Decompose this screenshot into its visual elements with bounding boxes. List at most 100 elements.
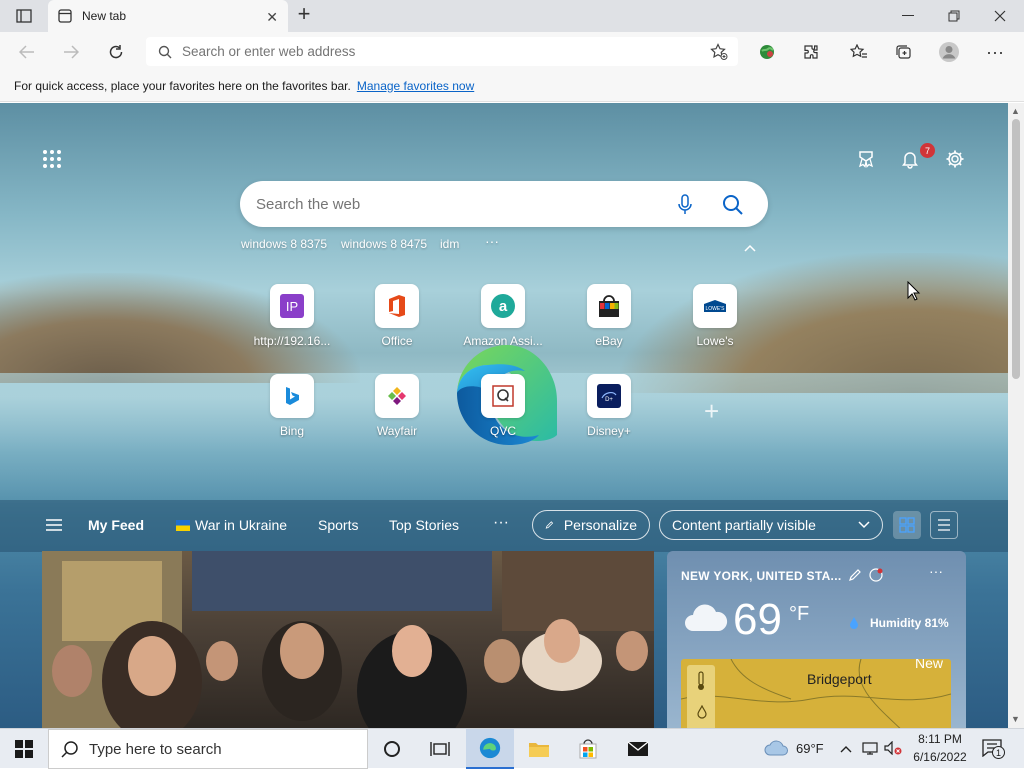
tab-war-in-ukraine[interactable]: War in Ukraine	[195, 517, 287, 533]
tab-new-tab[interactable]: New tab ✕	[48, 0, 288, 32]
taskbar-mail-button[interactable]	[614, 729, 662, 769]
close-tab-icon[interactable]: ✕	[266, 9, 278, 26]
grid-view-button[interactable]	[893, 511, 921, 539]
tab-sports[interactable]: Sports	[318, 517, 358, 533]
app-launcher-icon[interactable]	[43, 150, 61, 168]
quicklink-lowes[interactable]: LOWE'S Lowe's	[670, 284, 760, 348]
tab-top-stories[interactable]: Top Stories	[389, 517, 459, 533]
settings-more-button[interactable]: ···	[984, 41, 1006, 63]
show-hidden-icons-icon[interactable]	[840, 741, 852, 756]
add-favorite-icon[interactable]	[710, 43, 728, 64]
add-quicklink-button[interactable]: +	[704, 396, 719, 427]
quicklink-ip[interactable]: IP http://192.16...	[247, 284, 337, 348]
quicklink-amazon-assistant[interactable]: a Amazon Assi...	[458, 284, 548, 348]
taskbar-search-box[interactable]: Type here to search	[48, 729, 368, 769]
volume-muted-icon[interactable]	[884, 740, 902, 758]
suggestion-1[interactable]: windows 8 8375	[241, 237, 327, 251]
taskbar-weather-icon[interactable]	[764, 740, 788, 759]
newtab-page-icon	[58, 9, 72, 23]
svg-text:LOWE'S: LOWE'S	[705, 306, 725, 312]
start-button[interactable]	[0, 729, 48, 769]
tab-my-feed[interactable]: My Feed	[88, 517, 144, 533]
title-bar: New tab ✕ +	[0, 0, 1024, 32]
personalize-button[interactable]: Personalize	[532, 510, 650, 540]
scrollbar-thumb[interactable]	[1012, 119, 1020, 379]
feed-menu-icon[interactable]	[46, 519, 62, 534]
clock-date[interactable]: 6/16/2022	[908, 750, 972, 764]
microphone-icon[interactable]	[678, 194, 692, 219]
cortana-button[interactable]	[368, 729, 416, 769]
wayfair-icon	[375, 374, 419, 418]
feed-more-button[interactable]: ···	[493, 514, 509, 532]
weather-card[interactable]: NEW YORK, UNITED STA... ··· 69 °F Humidi…	[667, 551, 966, 728]
map-label-new: New	[915, 659, 944, 671]
search-submit-icon[interactable]	[722, 194, 744, 219]
weather-temperature: 69	[733, 595, 782, 644]
manage-favorites-link[interactable]: Manage favorites now	[357, 79, 474, 93]
page-scrollbar[interactable]: ▲ ▼	[1008, 103, 1024, 728]
quicklink-bing[interactable]: Bing	[247, 374, 337, 438]
quicklink-ebay[interactable]: eBay	[564, 284, 654, 348]
list-view-button[interactable]	[930, 511, 958, 539]
taskbar-weather-temp[interactable]: 69°F	[796, 741, 824, 756]
cortana-icon	[384, 741, 400, 757]
minimize-button[interactable]	[898, 6, 918, 26]
collections-icon[interactable]	[893, 41, 915, 63]
address-input[interactable]	[182, 44, 662, 59]
tab-actions-icon[interactable]	[14, 6, 34, 26]
weather-humidity: Humidity 81%	[870, 616, 949, 630]
network-icon[interactable]	[862, 741, 878, 758]
favorites-bar: For quick access, place your favorites h…	[0, 70, 1024, 102]
quicklink-office[interactable]: Office	[352, 284, 442, 348]
content-visibility-label: Content partially visible	[672, 517, 816, 533]
task-view-button[interactable]	[416, 729, 464, 769]
quicklink-qvc[interactable]: QVC	[458, 374, 548, 438]
page-settings-gear-icon[interactable]	[943, 147, 967, 171]
restore-button[interactable]	[944, 6, 964, 26]
weather-alert-icon[interactable]	[869, 568, 883, 585]
forward-button[interactable]	[60, 41, 82, 63]
office-icon	[375, 284, 419, 328]
humidity-icon	[849, 616, 859, 632]
address-bar[interactable]	[146, 37, 738, 66]
taskbar-file-explorer-button[interactable]	[515, 729, 563, 769]
suggestion-2[interactable]: windows 8 8475	[341, 237, 427, 251]
scroll-up-icon[interactable]: ▲	[1011, 106, 1020, 116]
new-tab-button[interactable]: +	[294, 1, 314, 26]
folder-icon	[529, 743, 549, 757]
quicklink-wayfair[interactable]: Wayfair	[352, 374, 442, 438]
clock-time[interactable]: 8:11 PM	[912, 732, 968, 746]
refresh-button[interactable]	[105, 41, 127, 63]
close-window-button[interactable]	[990, 6, 1010, 26]
chevron-down-icon	[858, 521, 870, 529]
edit-location-icon[interactable]	[849, 568, 862, 584]
back-button[interactable]	[16, 41, 38, 63]
notifications-bell-icon[interactable]	[898, 147, 922, 171]
svg-text:IP: IP	[286, 299, 298, 314]
collapse-quicklinks-icon[interactable]	[744, 241, 756, 255]
weather-radar-map[interactable]: Bridgeport New	[681, 659, 951, 728]
profile-avatar[interactable]	[938, 41, 960, 63]
taskbar-store-button[interactable]	[564, 729, 612, 769]
extensions-icon[interactable]	[800, 41, 822, 63]
taskbar-edge-button[interactable]	[466, 729, 514, 769]
web-search-input[interactable]	[256, 195, 656, 213]
notification-count: 1	[992, 746, 1005, 759]
scroll-down-icon[interactable]: ▼	[1011, 714, 1020, 724]
toolbar: ···	[0, 32, 1024, 70]
quicklink-label: Lowe's	[696, 334, 734, 348]
news-card[interactable]	[42, 551, 654, 728]
favorites-icon[interactable]	[848, 41, 870, 63]
suggestion-3[interactable]: idm	[440, 237, 459, 251]
extension-globe-icon[interactable]	[756, 41, 778, 63]
svg-text:a: a	[499, 298, 508, 315]
content-visibility-dropdown[interactable]: Content partially visible	[659, 510, 883, 540]
ebay-icon	[587, 284, 631, 328]
suggestions-more-button[interactable]: ···	[485, 233, 499, 249]
weather-more-button[interactable]: ···	[929, 563, 943, 579]
web-search-box[interactable]	[240, 181, 768, 227]
quicklink-disney-plus[interactable]: D+ Disney+	[564, 374, 654, 438]
rewards-icon[interactable]	[854, 147, 878, 171]
bing-icon	[270, 374, 314, 418]
action-center-button[interactable]: 1	[982, 739, 1006, 759]
